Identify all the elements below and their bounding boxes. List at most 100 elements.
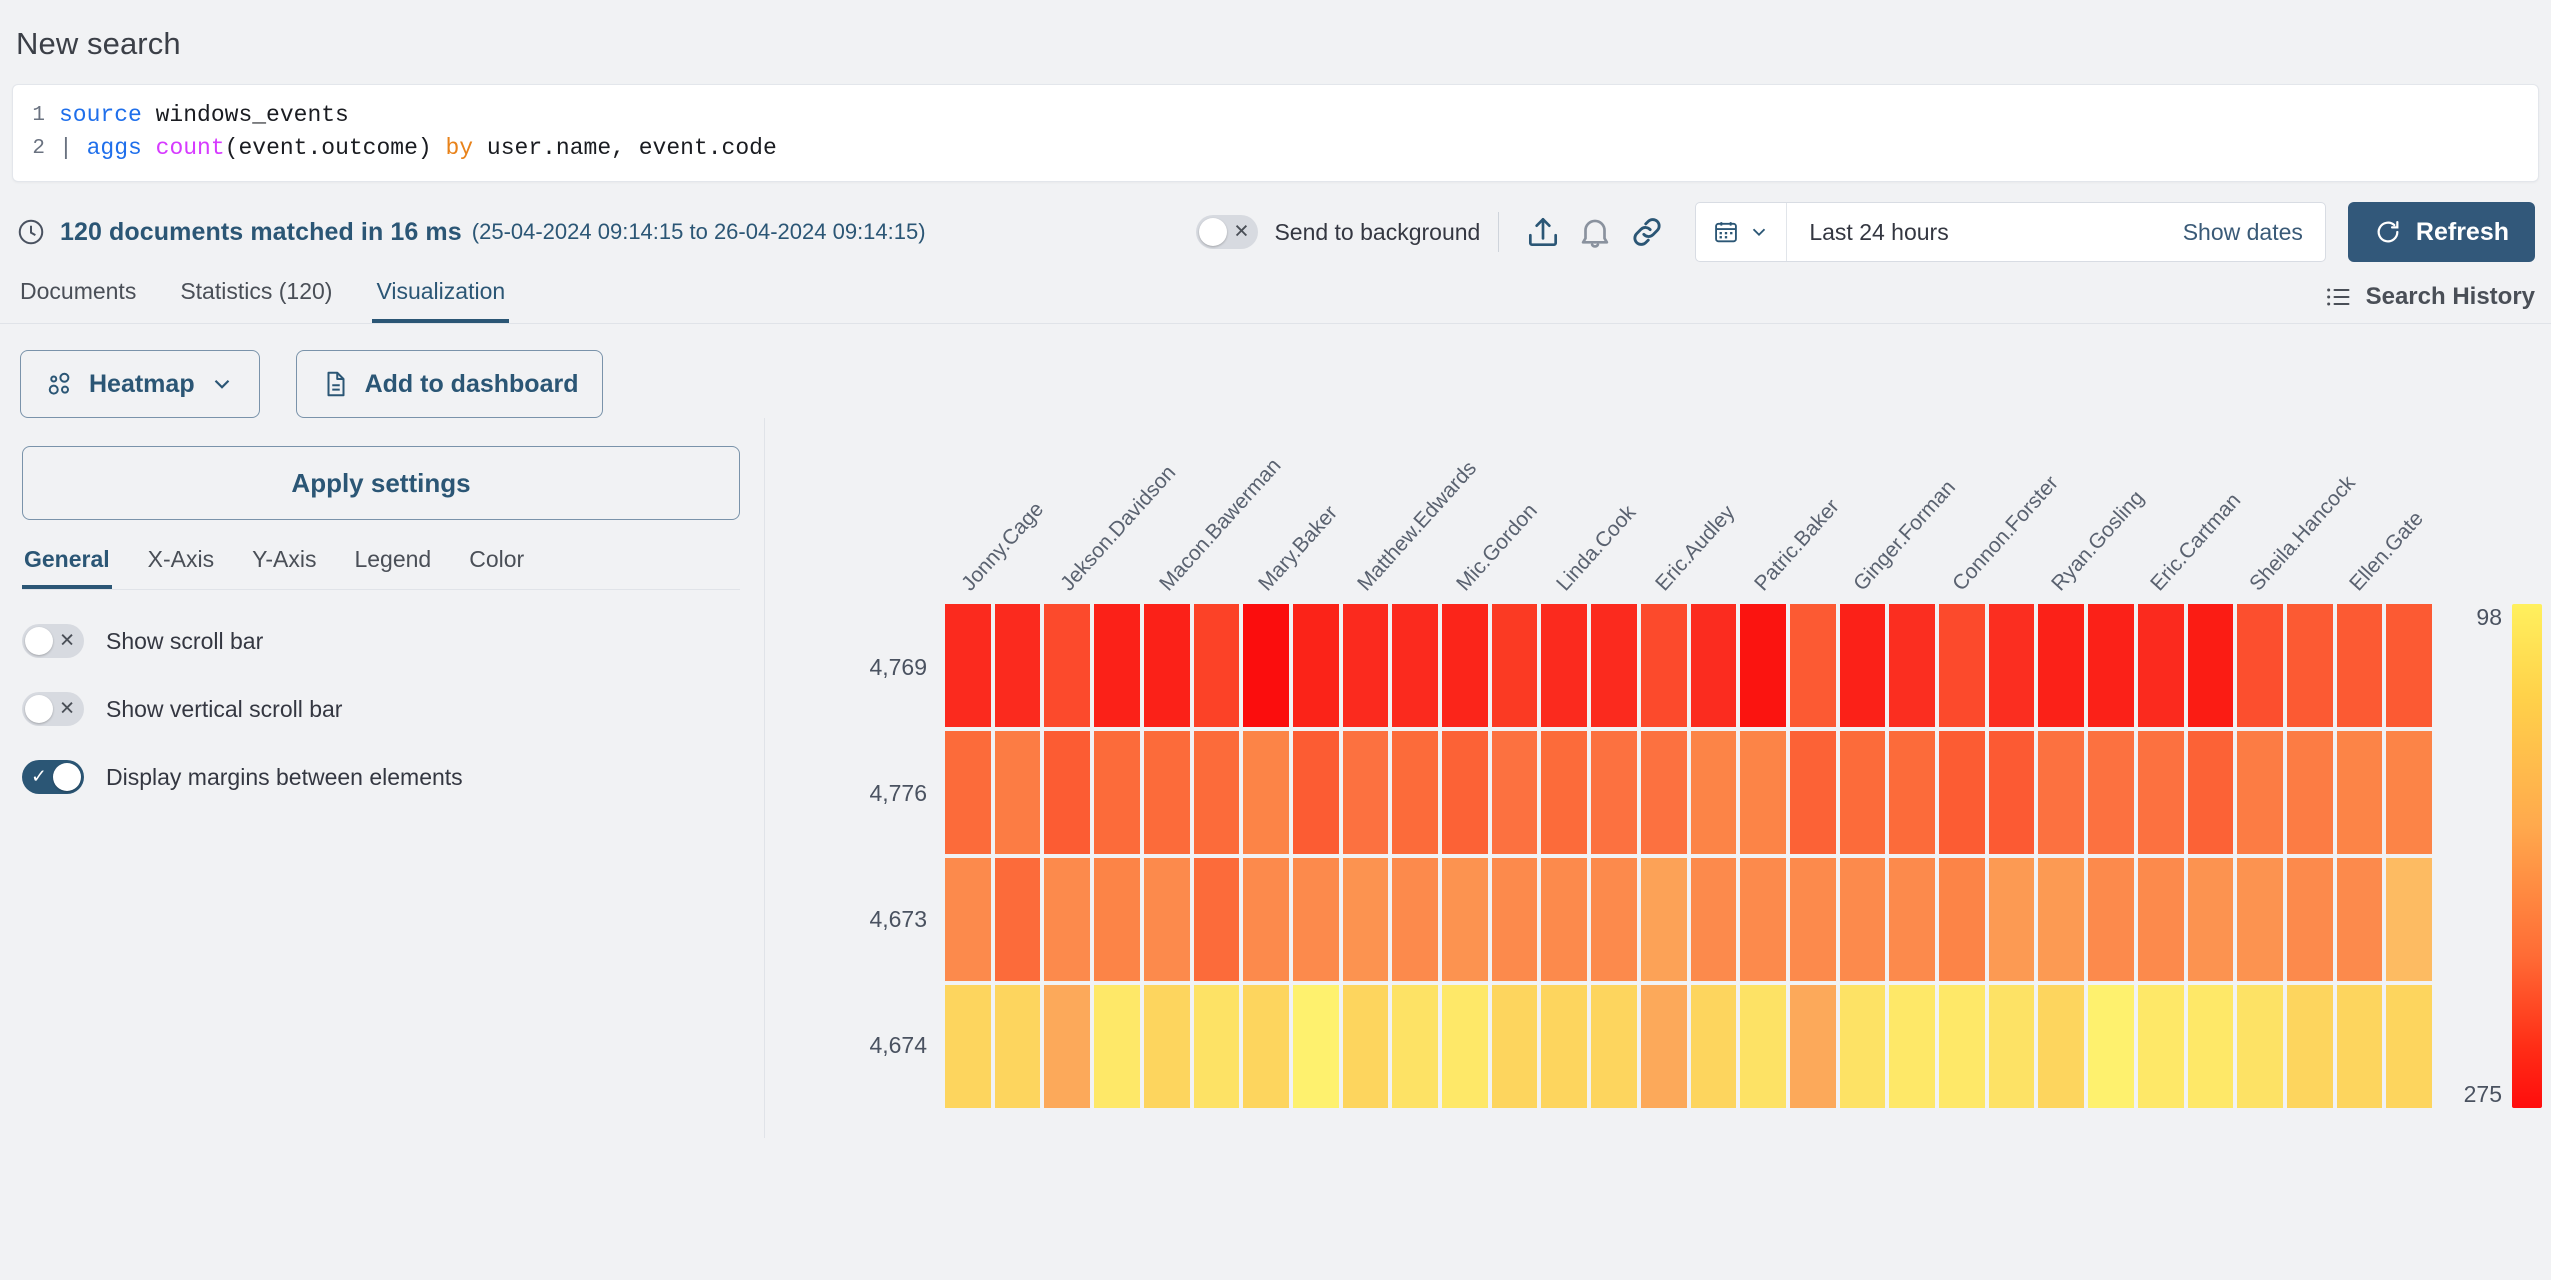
heatmap-cell[interactable] xyxy=(1044,858,1091,981)
code-line-2[interactable]: 2 | aggs count (event.outcome) by user.na… xyxy=(13,132,2538,165)
option-show-scroll-bar[interactable]: ✕ Show scroll bar xyxy=(22,624,740,658)
heatmap-cell[interactable] xyxy=(1292,858,1339,981)
heatmap-cell[interactable] xyxy=(2038,604,2085,727)
heatmap-cell[interactable] xyxy=(1939,985,1985,1108)
chart-type-dropdown[interactable]: Heatmap xyxy=(20,350,260,418)
option-show-vertical-scroll-bar[interactable]: ✕ Show vertical scroll bar xyxy=(22,692,740,726)
tab-visualization[interactable]: Visualization xyxy=(372,278,510,323)
heatmap-cell[interactable] xyxy=(1193,604,1240,727)
settings-tab-general[interactable]: General xyxy=(22,546,112,589)
heatmap-cell[interactable] xyxy=(2237,731,2283,854)
heatmap-cell[interactable] xyxy=(1939,604,1985,727)
heatmap-cell[interactable] xyxy=(1044,604,1091,727)
settings-tab-legend[interactable]: Legend xyxy=(352,546,433,589)
heatmap-cell[interactable] xyxy=(2286,985,2333,1108)
heatmap-cell[interactable] xyxy=(1243,858,1289,981)
heatmap-cell[interactable] xyxy=(1193,985,1240,1108)
heatmap-cell[interactable] xyxy=(994,985,1041,1108)
heatmap-cell[interactable] xyxy=(1193,858,1240,981)
settings-tab-y-axis[interactable]: Y-Axis xyxy=(250,546,318,589)
export-icon[interactable] xyxy=(1517,206,1569,258)
heatmap-cell[interactable] xyxy=(1243,731,1289,854)
heatmap-cell[interactable] xyxy=(2038,731,2085,854)
heatmap-cell[interactable] xyxy=(1342,858,1389,981)
heatmap-cell[interactable] xyxy=(1292,731,1339,854)
heatmap-cell[interactable] xyxy=(2038,858,2085,981)
heatmap-cell[interactable] xyxy=(1342,985,1389,1108)
heatmap-cell[interactable] xyxy=(1740,985,1786,1108)
apply-settings-button[interactable]: Apply settings xyxy=(22,446,740,520)
heatmap-cell[interactable] xyxy=(1442,985,1488,1108)
heatmap-cell[interactable] xyxy=(1094,858,1140,981)
heatmap-cell[interactable] xyxy=(945,731,991,854)
heatmap-cell[interactable] xyxy=(1889,985,1936,1108)
show-dates-button[interactable]: Show dates xyxy=(2161,219,2325,246)
date-picker[interactable]: Last 24 hours Show dates xyxy=(1695,202,2326,262)
option-display-margins[interactable]: ✓ Display margins between elements xyxy=(22,760,740,794)
heatmap-cell[interactable] xyxy=(2187,858,2234,981)
heatmap-cell[interactable] xyxy=(1392,731,1439,854)
heatmap-cell[interactable] xyxy=(1889,604,1936,727)
heatmap-cell[interactable] xyxy=(994,604,1041,727)
heatmap-cell[interactable] xyxy=(2088,731,2134,854)
heatmap-cell[interactable] xyxy=(1789,731,1836,854)
heatmap-cell[interactable] xyxy=(1789,858,1836,981)
heatmap-cell[interactable] xyxy=(1292,985,1339,1108)
heatmap-cell[interactable] xyxy=(2336,985,2383,1108)
heatmap-cell[interactable] xyxy=(1789,985,1836,1108)
heatmap-cell[interactable] xyxy=(1392,985,1439,1108)
heatmap-cell[interactable] xyxy=(994,731,1041,854)
heatmap-cell[interactable] xyxy=(1988,604,2035,727)
heatmap-cell[interactable] xyxy=(2386,731,2433,854)
settings-tab-x-axis[interactable]: X-Axis xyxy=(146,546,216,589)
heatmap-cell[interactable] xyxy=(2286,604,2333,727)
heatmap-cell[interactable] xyxy=(1740,604,1786,727)
heatmap-cell[interactable] xyxy=(1541,985,1588,1108)
heatmap-cell[interactable] xyxy=(1442,858,1488,981)
heatmap-cell[interactable] xyxy=(1640,858,1687,981)
heatmap-cell[interactable] xyxy=(1591,858,1637,981)
heatmap-cell[interactable] xyxy=(1044,731,1091,854)
heatmap-cell[interactable] xyxy=(2137,858,2184,981)
heatmap-cell[interactable] xyxy=(1143,604,1190,727)
heatmap-cell[interactable] xyxy=(1442,604,1488,727)
heatmap-cell[interactable] xyxy=(1839,858,1886,981)
heatmap-cell[interactable] xyxy=(1143,731,1190,854)
heatmap-cell[interactable] xyxy=(2286,731,2333,854)
heatmap-cell[interactable] xyxy=(2237,858,2283,981)
heatmap-cell[interactable] xyxy=(1591,985,1637,1108)
heatmap-cell[interactable] xyxy=(1988,985,2035,1108)
heatmap-cell[interactable] xyxy=(1640,731,1687,854)
heatmap-cell[interactable] xyxy=(1591,604,1637,727)
heatmap-cell[interactable] xyxy=(1243,604,1289,727)
heatmap-cell[interactable] xyxy=(1342,731,1389,854)
heatmap-cell[interactable] xyxy=(1939,731,1985,854)
heatmap-cell[interactable] xyxy=(1591,731,1637,854)
heatmap-cell[interactable] xyxy=(1740,731,1786,854)
heatmap-cell[interactable] xyxy=(2386,858,2433,981)
heatmap-cell[interactable] xyxy=(994,858,1041,981)
heatmap-cell[interactable] xyxy=(1839,604,1886,727)
heatmap-cell[interactable] xyxy=(1640,604,1687,727)
send-to-background-toggle[interactable]: ✕ xyxy=(1196,215,1259,249)
heatmap-cell[interactable] xyxy=(945,985,991,1108)
heatmap-cell[interactable] xyxy=(2187,985,2234,1108)
heatmap-cell[interactable] xyxy=(1690,731,1737,854)
heatmap-cell[interactable] xyxy=(2088,985,2134,1108)
heatmap-cell[interactable] xyxy=(1491,858,1538,981)
heatmap-cell[interactable] xyxy=(945,858,991,981)
heatmap-cell[interactable] xyxy=(1541,731,1588,854)
heatmap-cell[interactable] xyxy=(2237,604,2283,727)
display-margins-toggle[interactable]: ✓ xyxy=(22,760,84,794)
heatmap-cell[interactable] xyxy=(1044,985,1091,1108)
heatmap-grid[interactable] xyxy=(945,604,2433,1108)
code-line-1[interactable]: 1 source windows_events xyxy=(13,99,2538,132)
heatmap-cell[interactable] xyxy=(2038,985,2085,1108)
heatmap-cell[interactable] xyxy=(1839,731,1886,854)
heatmap-cell[interactable] xyxy=(1839,985,1886,1108)
heatmap-cell[interactable] xyxy=(1442,731,1488,854)
heatmap-cell[interactable] xyxy=(2336,858,2383,981)
heatmap-cell[interactable] xyxy=(1988,731,2035,854)
heatmap-cell[interactable] xyxy=(2088,604,2134,727)
heatmap-cell[interactable] xyxy=(2386,604,2433,727)
